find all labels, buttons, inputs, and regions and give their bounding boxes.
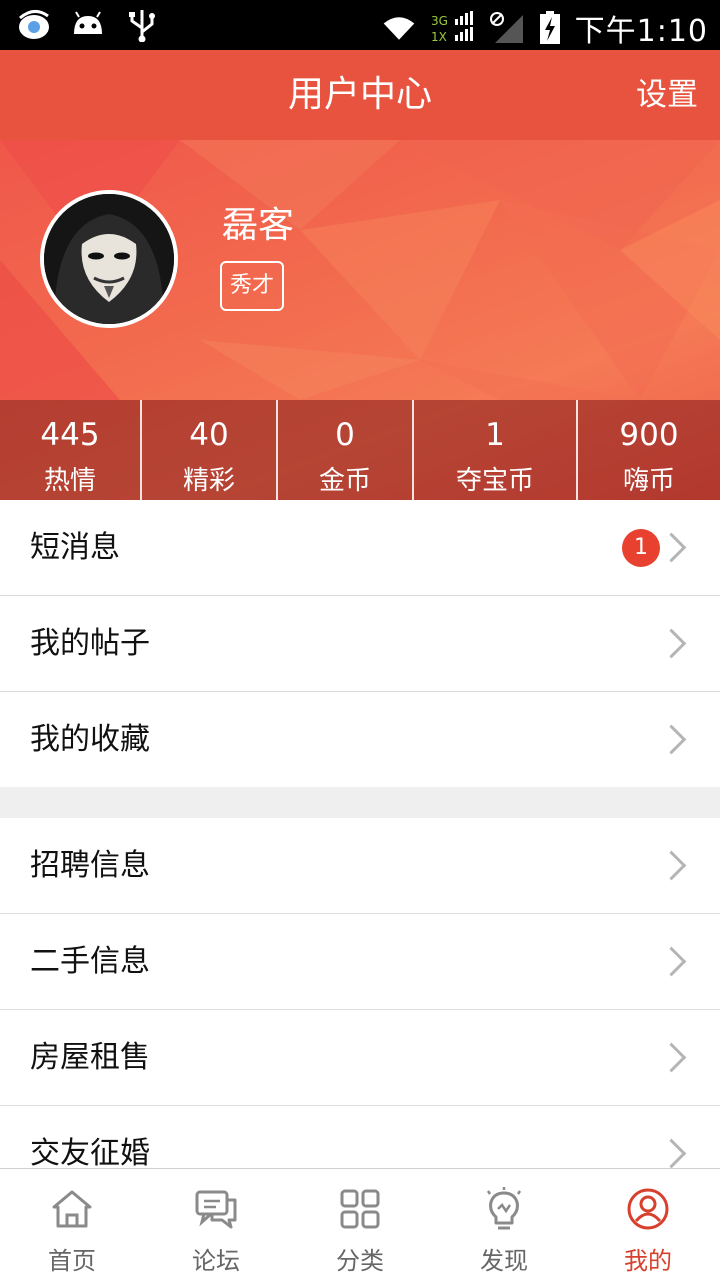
settings-button[interactable]: 设置 [636,50,698,140]
category-icon [340,1189,380,1229]
clock: 下午1:10 [574,14,708,49]
tab-forum[interactable]: 论坛 [144,1169,288,1281]
bottom-tab-bar: 首页 论坛 分类 发现 我的 [0,1168,720,1281]
menu-item-second-hand[interactable]: 二手信息 [0,914,720,1010]
battery-charging-icon [539,11,560,44]
no-signal-icon [489,12,523,43]
status-bar: 3G 1X 下午1:10 [0,0,720,50]
tab-label: 发现 [480,1247,528,1275]
menu-group-classifieds: 招聘信息 二手信息 房屋租售 交友征婚 [0,818,720,1202]
stat-reqing[interactable]: 445 热情 [0,400,142,500]
tab-profile[interactable]: 我的 [576,1169,720,1281]
stat-label: 夺宝币 [455,466,534,496]
wifi-icon [383,17,414,40]
menu-item-label: 房屋租售 [30,1040,150,1075]
menu-group-personal: 短消息 1 我的帖子 我的收藏 [0,500,720,788]
stat-value: 900 [619,417,679,453]
stats-bar: 445 热情 40 精彩 0 金币 1 夺宝币 900 嗨币 [0,400,720,500]
tab-discover[interactable]: 发现 [432,1169,576,1281]
stat-label: 金币 [318,466,371,496]
chevron-right-icon [656,946,687,977]
tab-category[interactable]: 分类 [288,1169,432,1281]
forum-icon [195,1190,237,1229]
chevron-right-icon [656,1042,687,1073]
unread-count-badge: 1 [622,529,660,567]
menu-item-label: 短消息 [30,530,120,565]
app-notification-icon [19,10,49,39]
tab-home[interactable]: 首页 [0,1169,144,1281]
avatar-mask-image [44,194,174,324]
stat-hai-coin[interactable]: 900 嗨币 [578,400,720,500]
menu-item-messages[interactable]: 短消息 1 [0,500,720,596]
menu-item-favorites[interactable]: 我的收藏 [0,692,720,788]
menu-item-label: 二手信息 [30,944,150,979]
menu-item-my-posts[interactable]: 我的帖子 [0,596,720,692]
stat-value: 445 [40,417,100,453]
cellular-signal-icon: 3G 1X [431,11,473,44]
stat-label: 嗨币 [622,466,675,496]
tab-label: 论坛 [192,1247,240,1275]
chevron-right-icon [656,628,687,659]
android-icon [74,11,102,34]
menu-item-jobs[interactable]: 招聘信息 [0,818,720,914]
usb-icon [129,10,155,42]
stat-treasure-coin[interactable]: 1 夺宝币 [414,400,578,500]
home-icon [52,1190,92,1228]
menu-item-label: 我的帖子 [30,626,150,661]
username: 磊客 [222,205,295,246]
network-1x: 1X [431,30,447,44]
avatar[interactable] [40,190,178,328]
chevron-right-icon [656,532,687,563]
profile-banner: 磊客 秀才 445 热情 40 精彩 0 金币 1 夺宝币 900 嗨币 [0,140,720,500]
stat-gold-coin[interactable]: 0 金币 [278,400,414,500]
stat-value: 1 [485,417,505,453]
rank-badge: 秀才 [220,261,285,311]
network-3g: 3G [431,14,448,28]
section-divider [0,787,720,819]
stat-label: 热情 [43,466,96,496]
discover-icon [486,1187,522,1230]
chevron-right-icon [656,1138,687,1169]
stat-label: 精彩 [182,466,235,496]
tab-label: 首页 [48,1247,96,1275]
stat-value: 0 [335,417,355,453]
chevron-right-icon [656,850,687,881]
tab-label: 分类 [336,1247,384,1275]
stat-value: 40 [189,417,229,453]
profile-icon [627,1188,669,1230]
menu-item-label: 招聘信息 [30,848,150,883]
page-title: 用户中心 [287,74,432,115]
tab-label: 我的 [624,1247,672,1275]
menu-item-housing[interactable]: 房屋租售 [0,1010,720,1106]
chevron-right-icon [656,724,687,755]
app-header: 用户中心 设置 [0,50,720,140]
stat-jingcai[interactable]: 40 精彩 [142,400,278,500]
menu-item-label: 我的收藏 [30,722,150,757]
